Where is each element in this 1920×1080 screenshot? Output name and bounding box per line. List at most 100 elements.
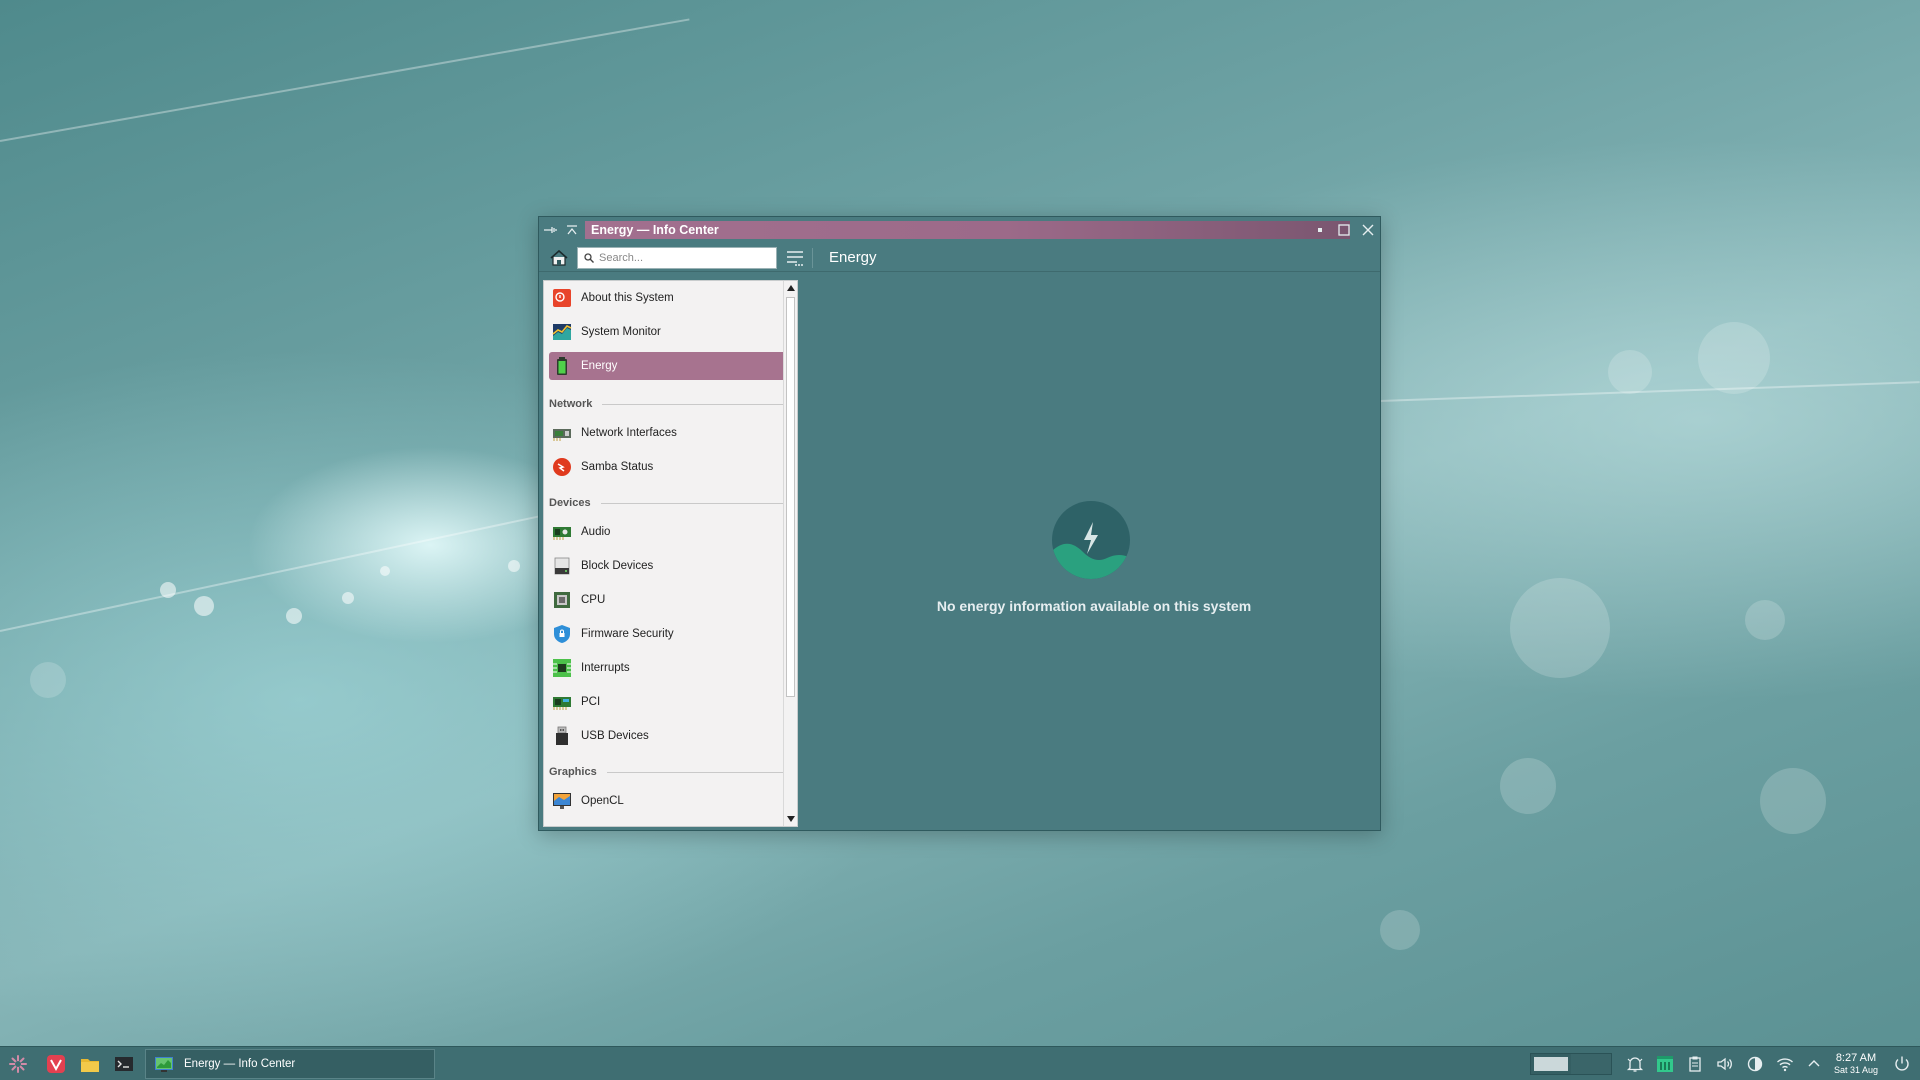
- energy-placeholder-icon: [1052, 501, 1130, 579]
- clock-time: 8:27 AM: [1835, 1052, 1877, 1064]
- sidebar-item-cpu[interactable]: CPU: [549, 586, 795, 614]
- taskbar-task-info-center[interactable]: Energy — Info Center: [145, 1049, 435, 1079]
- digital-clock[interactable]: 8:27 AM Sat 31 Aug: [1826, 1052, 1886, 1076]
- maximize-button[interactable]: [1332, 217, 1356, 242]
- home-button[interactable]: [549, 248, 569, 268]
- clipboard-icon[interactable]: [1686, 1055, 1704, 1073]
- audio-card-icon: [553, 527, 571, 540]
- sidebar-item-opencl[interactable]: OpenCL: [549, 787, 795, 815]
- interrupts-icon: [553, 659, 571, 677]
- arrow-up-icon: [787, 285, 795, 291]
- sidebar-item-usb-devices[interactable]: USB Devices: [549, 722, 795, 750]
- toolbar-separator: [812, 248, 813, 268]
- wallpaper-bokeh: [286, 608, 302, 624]
- info-icon: [553, 289, 571, 307]
- search-input[interactable]: [599, 252, 769, 264]
- app-launcher-icon[interactable]: [8, 1054, 28, 1074]
- task-label: Energy — Info Center: [184, 1058, 296, 1070]
- sidebar-item-label: Interrupts: [581, 662, 630, 674]
- toolbar: Energy: [539, 242, 1380, 272]
- wallpaper-streak: [0, 513, 548, 632]
- hamburger-menu-icon: [787, 251, 803, 266]
- file-manager-icon[interactable]: [80, 1054, 100, 1074]
- sidebar-item-system-monitor[interactable]: System Monitor: [549, 318, 795, 346]
- keep-above-icon: [567, 224, 577, 234]
- wallpaper-bokeh: [342, 592, 354, 604]
- wallpaper-bokeh: [160, 582, 176, 598]
- search-field[interactable]: [577, 247, 777, 269]
- wallpaper-bokeh: [1380, 910, 1420, 950]
- sidebar-item-label: CPU: [581, 594, 606, 606]
- package-updates-icon[interactable]: [1656, 1055, 1674, 1073]
- sidebar-item-label: USB Devices: [581, 730, 649, 742]
- minimize-icon: [1318, 227, 1322, 232]
- sidebar-scrollbar[interactable]: [783, 281, 797, 826]
- wallpaper-bokeh: [30, 662, 66, 698]
- wallpaper-streak: [0, 18, 690, 142]
- minimize-button[interactable]: [1308, 217, 1332, 242]
- sidebar-item-label: About this System: [581, 292, 674, 304]
- system-monitor-icon: [552, 324, 572, 340]
- sidebar-item-label: Network Interfaces: [581, 427, 677, 439]
- usb-icon: [556, 726, 568, 745]
- section-header-devices: Devices: [549, 494, 789, 512]
- scrollbar-thumb[interactable]: [786, 297, 795, 697]
- section-title: Graphics: [549, 766, 597, 778]
- night-color-icon[interactable]: [1746, 1055, 1764, 1073]
- virtual-desktop-1[interactable]: [1531, 1054, 1572, 1074]
- search-icon: [584, 253, 594, 263]
- sidebar-item-label: PCI: [581, 696, 601, 708]
- wallpaper-bokeh: [1745, 600, 1785, 640]
- hamburger-menu-button[interactable]: [785, 248, 805, 268]
- sidebar-item-block-devices[interactable]: Block Devices: [549, 552, 795, 580]
- section-header-network: Network: [549, 395, 789, 413]
- wallpaper-bokeh: [1698, 322, 1770, 394]
- sidebar-item-pci[interactable]: PCI: [549, 688, 795, 716]
- sidebar-item-samba-status[interactable]: Samba Status: [549, 453, 795, 481]
- sidebar-item-audio[interactable]: Audio: [549, 518, 795, 546]
- sidebar-item-energy[interactable]: Energy: [549, 352, 795, 380]
- sidebar-item-network-interfaces[interactable]: Network Interfaces: [549, 419, 795, 447]
- power-icon[interactable]: [1893, 1055, 1911, 1073]
- wallpaper-bokeh: [1760, 768, 1826, 834]
- title-bar[interactable]: Energy — Info Center: [539, 217, 1380, 242]
- window-title: Energy — Info Center: [585, 221, 1350, 239]
- chevron-up-icon[interactable]: [1805, 1055, 1823, 1073]
- clock-date: Sat 31 Aug: [1833, 1065, 1879, 1075]
- wallpaper-streak: [1379, 381, 1920, 402]
- terminal-icon[interactable]: [114, 1054, 134, 1074]
- sidebar-item-firmware-security[interactable]: Firmware Security: [549, 620, 795, 648]
- arrow-down-icon: [787, 816, 795, 822]
- pin-button[interactable]: [539, 217, 561, 242]
- maximize-icon: [1338, 223, 1350, 236]
- scroll-up-button[interactable]: [784, 281, 798, 295]
- section-header-graphics: Graphics: [549, 763, 789, 781]
- sidebar-item-interrupts[interactable]: Interrupts: [549, 654, 795, 682]
- volume-icon[interactable]: [1716, 1055, 1734, 1073]
- sidebar-item-label: Audio: [581, 526, 611, 538]
- sidebar-item-about-this-system[interactable]: About this System: [549, 284, 795, 312]
- virtual-desktop-pager[interactable]: [1530, 1053, 1612, 1075]
- wallpaper-bokeh: [1500, 758, 1556, 814]
- pci-icon: [553, 697, 571, 710]
- info-center-app-icon: [155, 1057, 173, 1072]
- samba-icon: [553, 458, 571, 476]
- virtual-desktop-2[interactable]: [1571, 1054, 1611, 1074]
- wallpaper-bokeh: [508, 560, 520, 572]
- sidebar-item-label: OpenCL: [581, 795, 624, 807]
- section-divider: [602, 403, 789, 405]
- wifi-icon[interactable]: [1776, 1055, 1794, 1073]
- keep-above-button[interactable]: [561, 217, 583, 242]
- sidebar-item-label: Samba Status: [581, 461, 654, 473]
- sidebar-item-label: Firmware Security: [581, 628, 674, 640]
- notifications-icon[interactable]: [1626, 1055, 1644, 1073]
- close-button[interactable]: [1356, 217, 1380, 242]
- opencl-icon: [553, 793, 571, 809]
- info-center-window: Energy — Info Center Search... Energy Ab…: [538, 216, 1381, 831]
- vivaldi-browser-icon[interactable]: [46, 1054, 66, 1074]
- section-title: Network: [549, 398, 593, 410]
- battery-icon: [557, 357, 567, 375]
- content-area: No energy information available on this …: [811, 280, 1377, 827]
- scroll-down-button[interactable]: [784, 812, 798, 826]
- section-divider: [606, 771, 789, 773]
